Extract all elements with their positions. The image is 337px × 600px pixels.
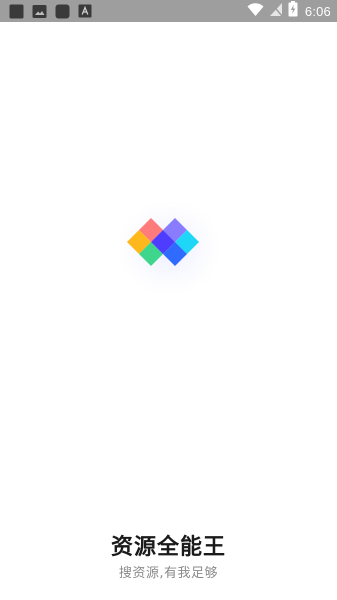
status-time: 6:06 [304, 3, 331, 19]
wifi-icon [247, 2, 264, 21]
app-logo [111, 194, 227, 300]
status-bar: 6:06 [0, 0, 337, 22]
battery-charging-icon [288, 1, 298, 21]
app-slogan: 搜资源,有我足够 [118, 566, 219, 581]
no-sim-icon [269, 2, 283, 21]
image-notification-icon [31, 4, 47, 19]
notification-icons [8, 4, 93, 19]
text-notification-icon [77, 4, 93, 19]
app-title: 资源全能王 [110, 535, 226, 560]
system-icons: 6:06 [247, 1, 331, 21]
app-notification-icon [54, 4, 70, 19]
square-notification-icon [8, 4, 24, 19]
